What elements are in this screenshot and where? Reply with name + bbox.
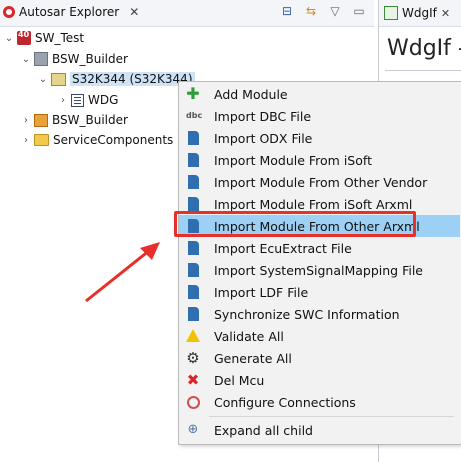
annotation-arrow xyxy=(85,242,160,303)
annotation-arrow-shaft xyxy=(85,248,151,303)
